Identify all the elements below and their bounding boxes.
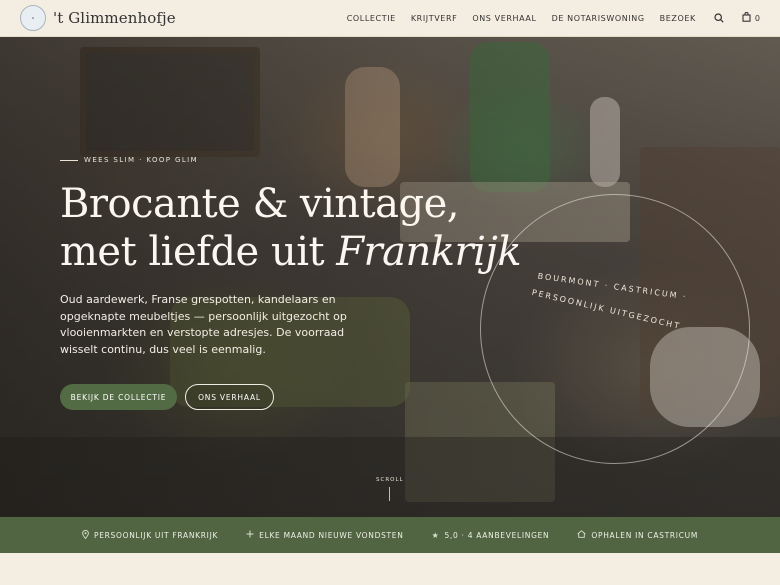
page-bottom-strip xyxy=(0,553,780,585)
feature-label: 5,0 · 4 AANBEVELINGEN xyxy=(444,530,550,540)
feature-item: PERSOONLIJK UIT FRANKRIJK xyxy=(82,529,219,541)
nav-krijtverf[interactable]: KRIJTVERF xyxy=(411,14,458,23)
view-collection-button[interactable]: BEKIJK DE COLLECTIE xyxy=(60,384,177,410)
feature-item: ★ 5,0 · 4 AANBEVELINGEN xyxy=(432,531,550,540)
hero-lead: Oud aardewerk, Franse grespotten, kandel… xyxy=(60,293,347,356)
hero-seal xyxy=(480,194,750,464)
features-bar: PERSOONLIJK UIT FRANKRIJK ELKE MAAND NIE… xyxy=(0,517,780,553)
cart-count: 0 xyxy=(754,13,760,23)
nav-bezoek[interactable]: BEZOEK xyxy=(660,14,696,23)
tagline-rule xyxy=(60,159,78,161)
nav-de-notariswoning[interactable]: DE NOTARISWONING xyxy=(552,14,645,23)
feature-item: ELKE MAAND NIEUWE VONDSTEN xyxy=(246,530,403,540)
feature-label: PERSOONLIJK UIT FRANKRIJK xyxy=(93,530,219,540)
nav-collectie[interactable]: COLLECTIE xyxy=(347,14,396,23)
map-pin-icon xyxy=(82,529,89,541)
scroll-label: SCROLL xyxy=(376,477,404,483)
plus-icon xyxy=(246,530,254,540)
hero-headline: Brocante & vintage, met liefde uit Frank… xyxy=(60,180,522,276)
tagline-text: WEES SLIM · KOOP GLIM xyxy=(84,156,199,164)
headline-line-2: met liefde uit Frankrijk xyxy=(60,229,522,275)
brand-name[interactable]: 't Glimmenhofje xyxy=(53,9,176,27)
scroll-indicator[interactable]: SCROLL xyxy=(376,477,404,501)
home-icon xyxy=(577,530,586,540)
logo-badge[interactable]: ✿ xyxy=(20,5,46,31)
scroll-line xyxy=(389,487,391,501)
headline-line-2-text: met liefde uit xyxy=(60,229,337,275)
hero-section: WEES SLIM · KOOP GLIM Brocante & vintage… xyxy=(0,37,780,517)
cart-button[interactable]: 0 xyxy=(742,11,760,25)
bag-icon xyxy=(742,11,751,25)
our-story-button[interactable]: ONS VERHAAL xyxy=(185,384,274,410)
search-icon[interactable] xyxy=(714,13,724,23)
feature-label: ELKE MAAND NIEUWE VONDSTEN xyxy=(259,530,404,540)
site-header: ✿ 't Glimmenhofje COLLECTIE KRIJTVERF ON… xyxy=(0,0,780,37)
hero-tagline: WEES SLIM · KOOP GLIM xyxy=(60,156,198,164)
star-icon: ★ xyxy=(431,530,440,540)
nav-ons-verhaal[interactable]: ONS VERHAAL xyxy=(472,14,536,23)
headline-line-1: Brocante & vintage, xyxy=(60,181,459,227)
main-nav: COLLECTIE KRIJTVERF ONS VERHAAL DE NOTAR… xyxy=(332,11,760,25)
feature-item: OPHALEN IN CASTRICUM xyxy=(577,530,698,540)
logo-text: ✿ xyxy=(31,16,35,20)
feature-label: OPHALEN IN CASTRICUM xyxy=(591,530,699,540)
